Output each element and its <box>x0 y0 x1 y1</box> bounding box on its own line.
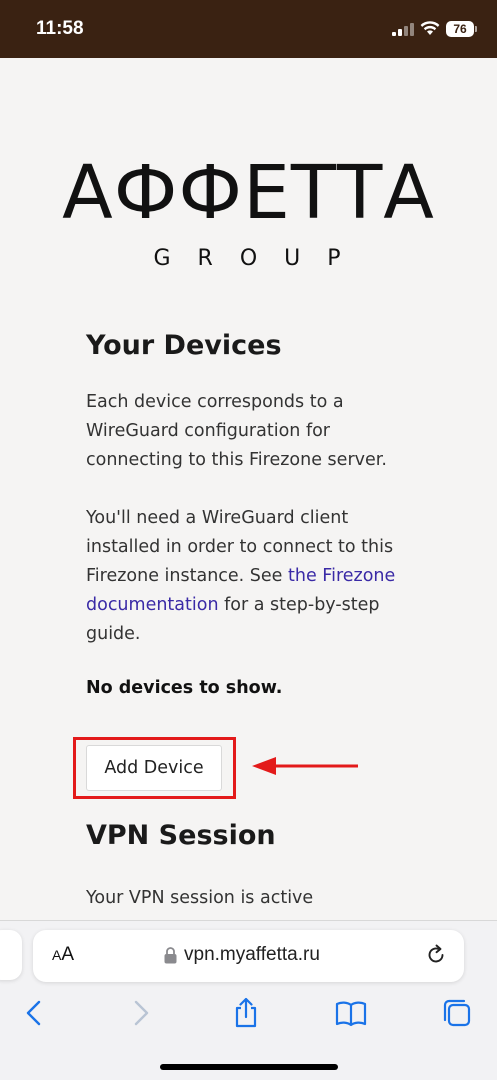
url-text[interactable]: vpn.myaffetta.ru <box>184 944 320 966</box>
aa-large: A <box>61 944 75 965</box>
tabs-icon[interactable] <box>441 997 473 1029</box>
back-icon[interactable] <box>18 997 50 1029</box>
battery-icon: 76 <box>446 21 474 37</box>
reload-icon[interactable] <box>425 944 447 966</box>
client-instructions: You'll need a WireGuard client installed… <box>86 504 416 649</box>
add-device-button[interactable]: Add Device <box>86 745 222 791</box>
wifi-icon <box>420 21 440 35</box>
devices-title: Your Devices <box>86 330 282 361</box>
status-time: 11:58 <box>36 18 84 39</box>
lock-icon <box>164 947 177 964</box>
home-indicator <box>160 1064 338 1070</box>
logo-wordmark: АФФЕТТА <box>62 150 435 236</box>
vpn-session-title: VPN Session <box>86 820 276 851</box>
forward-icon[interactable] <box>125 997 157 1029</box>
reader-options-button[interactable]: AA <box>52 944 74 966</box>
share-icon[interactable] <box>230 997 262 1029</box>
status-bar: 11:58 76 <box>0 0 497 58</box>
aa-small: A <box>52 947 62 963</box>
devices-description: Each device corresponds to a WireGuard c… <box>86 392 387 470</box>
bookmarks-icon[interactable] <box>335 997 367 1029</box>
no-devices-message: No devices to show. <box>86 678 283 698</box>
battery-nub <box>475 26 477 32</box>
screen: 11:58 76 АФФЕТТА GROUP Your Devices Each… <box>0 0 497 1080</box>
vpn-session-status: Your VPN session is active <box>86 888 314 908</box>
devices-section: Your Devices Each device corresponds to … <box>86 330 416 716</box>
signal-icon <box>392 22 414 36</box>
previous-tab-edge[interactable] <box>0 930 22 980</box>
annotation-arrow-icon <box>252 757 358 775</box>
logo-subtitle: GROUP <box>153 246 368 271</box>
